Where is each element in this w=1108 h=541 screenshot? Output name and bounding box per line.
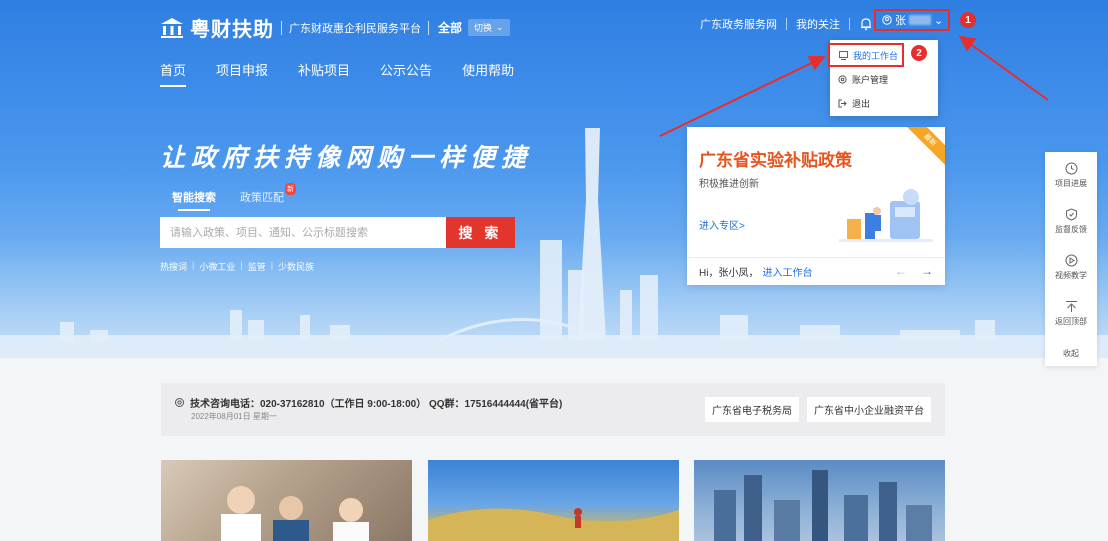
news-image-city[interactable] [694,460,945,541]
nav-announcements[interactable]: 公示公告 [380,60,432,87]
policy-card-title: 广东省实验补贴政策 [699,151,852,170]
sidebar-item-back-to-top[interactable]: 返回顶部 [1055,300,1087,346]
latest-ribbon: 最新 [900,127,945,170]
sidebar-label: 项目进展 [1055,179,1087,188]
bell-icon[interactable] [859,17,873,31]
annotation-badge-1: 1 [960,12,976,28]
main-nav: 首页 项目申报 补贴项目 公示公告 使用帮助 [160,60,544,87]
link-divider [786,18,787,30]
region-switch-button[interactable]: 切换 ⌄ [468,19,510,36]
nav-subsidy-projects[interactable]: 补贴项目 [298,60,350,87]
contact-bar: 技术咨询电话：020-37162810（工作日 9:00-18:00） QQ群：… [161,383,945,436]
arrow-left-icon[interactable]: ← [895,264,907,278]
tab-smart-search[interactable]: 智能搜索 [172,189,216,211]
hot-separator: | [192,260,195,270]
sidebar-label: 视频教学 [1055,271,1087,280]
switch-label: 切换 [474,23,493,33]
hot-word[interactable]: 少数民族 [278,260,314,273]
policy-card: 最新 广东省实验补贴政策 积极推进创新 进入专区> Hi，张小凤， 进入工作台 … [687,127,945,285]
chevron-down-icon: ⌄ [934,14,944,27]
contact-date: 2022年08月01日 星期一 [191,412,277,421]
news-image-office[interactable] [161,460,412,541]
hot-separator: | [270,260,274,270]
new-badge: 新 [285,183,296,195]
region-label: 全部 [438,21,463,35]
arrow-up-icon [1065,301,1077,312]
arrow-right-icon[interactable]: → [921,264,933,278]
my-follow-link[interactable]: 我的关注 [796,16,840,32]
region-divider [428,20,429,35]
enter-workbench-link[interactable]: 进入工作台 [762,264,812,279]
brand-subtitle: 广东财政惠企利民服务平台 [289,22,421,35]
news-image-field[interactable] [428,460,679,541]
city-photo [714,470,932,541]
header-links: 广东政务服务网 我的关注 [700,16,873,32]
sme-finance-platform-button[interactable]: 广东省中小企业融资平台 [807,397,931,422]
gd-gov-service-link[interactable]: 广东政务服务网 [700,16,777,32]
enter-zone-link[interactable]: 进入专区> [699,217,745,232]
menu-label: 我的工作台 [853,50,899,61]
menu-label: 退出 [852,98,871,109]
people-photo [221,486,369,541]
sidebar-collapse[interactable]: 收起 [1063,348,1079,359]
hot-word[interactable]: 小微工业 [199,260,235,273]
contact-buttons: 广东省电子税务局 广东省中小企业融资平台 [705,397,931,422]
tab-policy-match[interactable]: 政策匹配新 [240,183,296,211]
hot-words: 热搜词 | 小微工业 | 监管 | 少数民族 [160,260,314,273]
hot-label: 热搜词 [160,262,188,272]
search-tabs: 智能搜索 政策匹配新 [172,183,308,211]
user-name: 张 [895,15,906,27]
shield-icon [1065,208,1077,221]
contact-phone-line: 技术咨询电话：020-37162810（工作日 9:00-18:00） QQ群：… [174,395,562,410]
menu-account-management[interactable]: 账户管理 [830,67,938,91]
sidebar-item-video[interactable]: 视频教学 [1055,254,1087,300]
headset-icon [175,398,184,407]
sidebar-item-feedback[interactable]: 监督反馈 [1055,208,1087,254]
play-icon [1065,254,1077,267]
policy-card-subtitle: 积极推进创新 [699,179,759,190]
top-header: 粤财扶助 广东财政惠企利民服务平台 全部 切换 ⌄ 首页 项目申报 补贴项目 公… [0,0,1108,95]
hot-word[interactable]: 监管 [248,260,266,273]
menu-label: 账户管理 [852,74,889,85]
user-menu-trigger[interactable]: 张 ⌄ [874,9,950,31]
user-icon [882,15,892,25]
sidebar-item-progress[interactable]: 项目进展 [1055,162,1087,208]
brand-name: 粤财扶助 [190,19,274,41]
annotation-badge-2: 2 [911,45,927,61]
brand-divider [281,20,282,35]
search-bar: 搜 索 [160,217,515,248]
nav-home[interactable]: 首页 [160,60,187,87]
contact-text: 技术咨询电话：020-37162810（工作日 9:00-18:00） QQ群：… [190,399,563,410]
monitor-icon [839,50,848,60]
nav-help[interactable]: 使用帮助 [462,60,514,87]
link-divider [849,18,850,30]
redacted-name [909,15,931,25]
clock-icon [1065,162,1077,175]
sidebar-label: 返回顶部 [1055,317,1087,326]
gear-icon [838,74,847,84]
wheat-field-photo [428,508,679,541]
nav-project-apply[interactable]: 项目申报 [216,60,268,87]
search-input[interactable] [160,217,446,248]
logout-icon [838,99,847,107]
chevron-down-icon: ⌄ [496,22,504,32]
bank-icon [161,17,183,38]
hot-separator: | [240,260,243,270]
floating-sidebar: 项目进展 监督反馈 视频教学 返回顶部 收起 [1045,152,1097,366]
hero-slogan: 让政府扶持像网购一样便捷 [160,143,533,172]
menu-my-workbench[interactable]: 我的工作台 [828,43,904,67]
e-tax-bureau-button[interactable]: 广东省电子税务局 [705,397,799,422]
greeting-text: Hi，张小凤， [699,268,759,279]
carousel-arrows: ← → [895,264,933,278]
sidebar-label: 监督反馈 [1055,225,1087,234]
search-button[interactable]: 搜 索 [446,217,515,248]
tab-label: 政策匹配 [240,192,284,204]
menu-logout[interactable]: 退出 [830,91,938,115]
brand-logo[interactable]: 粤财扶助 广东财政惠企利民服务平台 全部 切换 ⌄ [160,13,510,42]
illustration-icon [839,189,933,242]
